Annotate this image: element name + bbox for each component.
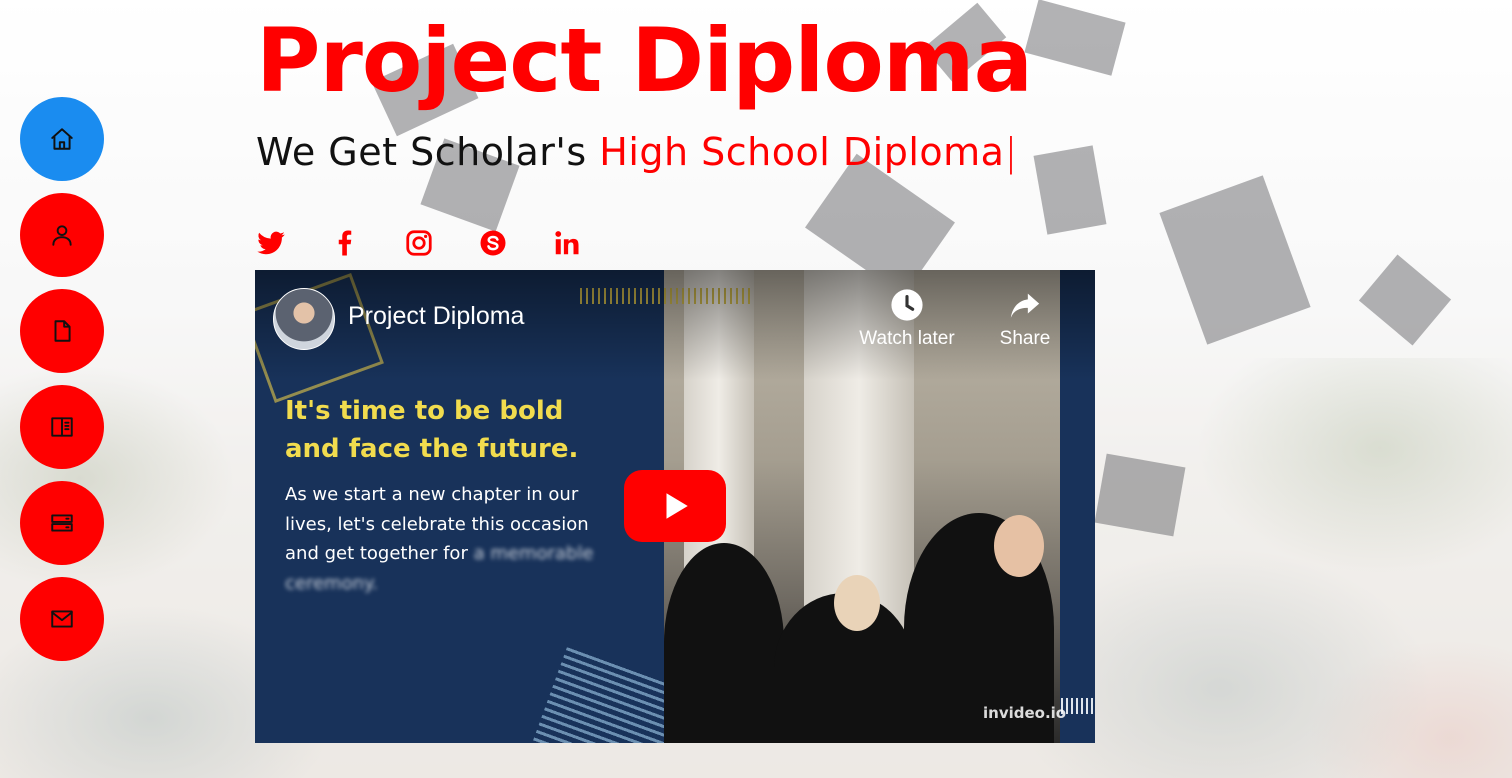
subtitle-prefix: We Get Scholar's: [256, 130, 600, 174]
nav-about-button[interactable]: [20, 193, 104, 277]
video-headline: It's time to be bold and face the future…: [285, 396, 579, 464]
facebook-icon: [338, 230, 352, 256]
linkedin-link[interactable]: [552, 228, 582, 260]
book-half-icon: [51, 417, 73, 437]
side-navigation: [20, 97, 104, 661]
linkedin-icon: [555, 231, 579, 255]
nav-home-button[interactable]: [20, 97, 104, 181]
video-channel-title[interactable]: Project Diploma: [348, 302, 524, 331]
social-links: [256, 228, 582, 260]
server-icon: [51, 514, 73, 532]
watch-later-label: Watch later: [859, 328, 955, 349]
page-title: Project Diploma: [256, 9, 1033, 112]
watch-later-button[interactable]: Watch later: [853, 288, 961, 350]
instagram-icon: [406, 230, 432, 256]
nav-portfolio-button[interactable]: [20, 385, 104, 469]
share-label: Share: [999, 328, 1051, 349]
clock-icon: [891, 289, 923, 321]
nav-contact-button[interactable]: [20, 577, 104, 661]
instagram-link[interactable]: [404, 228, 434, 260]
twitter-icon: [257, 231, 285, 255]
channel-avatar[interactable]: [273, 288, 335, 350]
video-player[interactable]: Project Diploma Watch later Share It's t…: [255, 270, 1095, 743]
nav-services-button[interactable]: [20, 481, 104, 565]
typing-cursor: |: [1004, 130, 1018, 174]
facebook-link[interactable]: [330, 228, 360, 260]
skype-icon: [480, 230, 506, 256]
play-button[interactable]: [624, 470, 726, 542]
share-button[interactable]: Share: [993, 288, 1057, 350]
play-icon: [666, 493, 688, 519]
video-watermark: invideo.io: [983, 704, 1067, 722]
nav-resume-button[interactable]: [20, 289, 104, 373]
video-body-text: As we start a new chapter in our lives, …: [285, 480, 605, 598]
hero-subtitle: We Get Scholar's High School Diploma|: [256, 128, 1018, 176]
home-icon: [51, 128, 73, 150]
file-icon: [54, 320, 71, 342]
twitter-link[interactable]: [256, 228, 286, 260]
skype-link[interactable]: [478, 228, 508, 260]
person-icon: [52, 225, 72, 246]
envelope-icon: [51, 610, 73, 628]
share-arrow-icon: [1010, 293, 1040, 318]
subtitle-typed-text: High School Diploma: [599, 130, 1005, 174]
